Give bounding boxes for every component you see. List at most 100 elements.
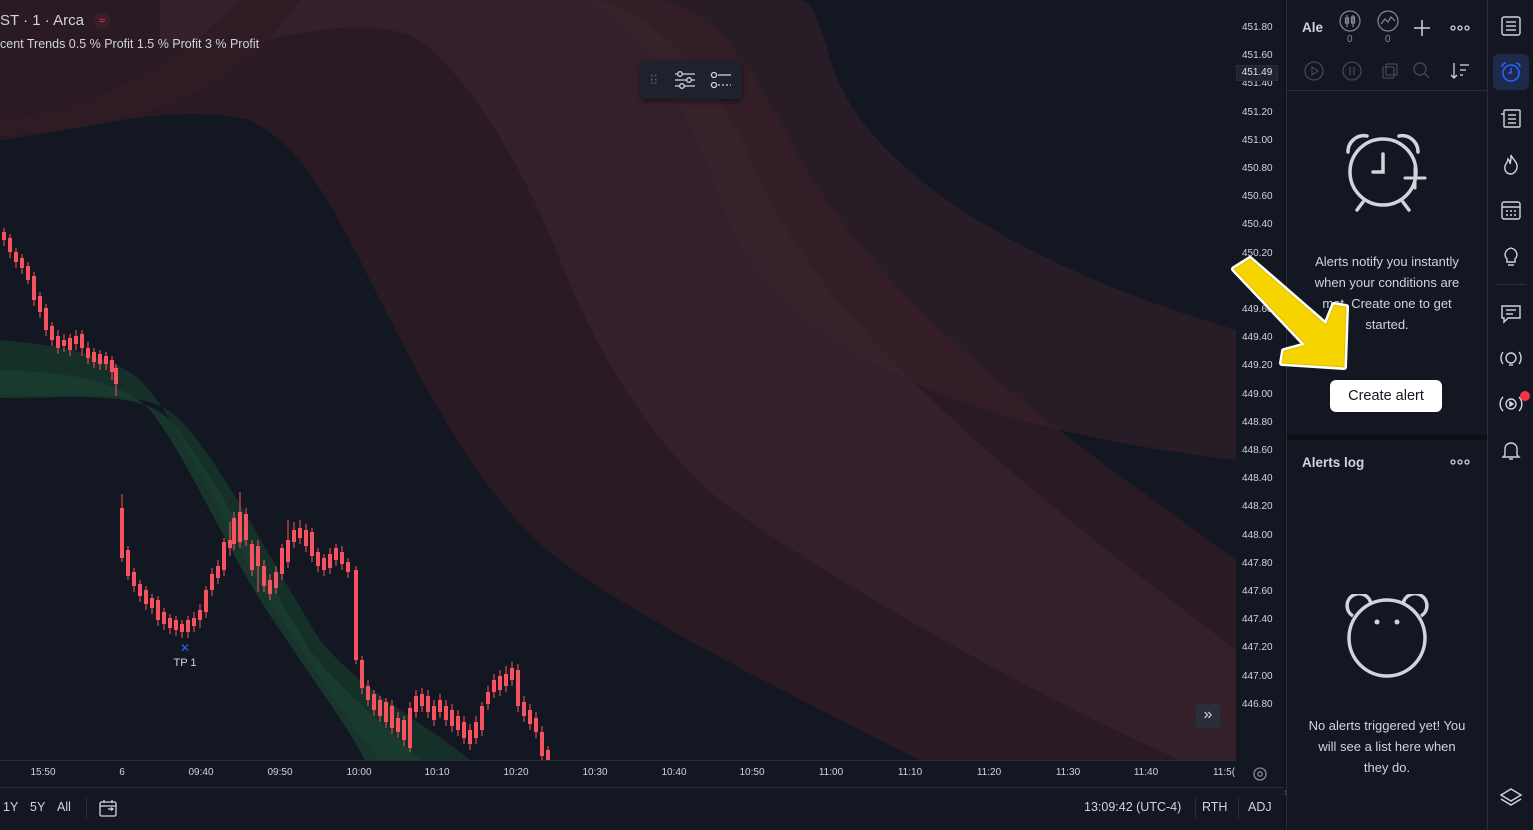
trade-marker-label: TP 1 — [173, 657, 196, 669]
price-tick-label: 446.80 — [1242, 698, 1273, 710]
notifications-button[interactable] — [1493, 432, 1529, 468]
range-5y-button[interactable]: 5Y — [30, 800, 45, 814]
bottom-divider — [1195, 797, 1196, 819]
notifications-bell-icon — [1501, 442, 1521, 460]
price-tick-label: 451.60 — [1242, 50, 1273, 62]
candle-body — [20, 258, 24, 268]
candle-body — [504, 674, 508, 686]
time-tick-label: 09:50 — [267, 767, 293, 778]
resume-alerts-play-icon[interactable] — [1303, 60, 1325, 82]
alerts-log-title: Alerts log — [1302, 455, 1365, 470]
candle-body — [468, 730, 472, 744]
clock-timezone[interactable]: 13:09:42 (UTC-4) — [1084, 800, 1181, 814]
candle-body — [280, 548, 284, 574]
candle-body — [316, 552, 320, 566]
time-tick-label: 15:50 — [30, 767, 56, 778]
time-tick-label: 10:40 — [661, 767, 687, 778]
alerts-log-empty-message: No alerts triggered yet! You will see a … — [1308, 718, 1466, 775]
candle-body — [162, 612, 166, 624]
candle-body — [2, 232, 6, 240]
candle-body — [456, 716, 460, 730]
candle-body — [546, 750, 550, 760]
drag-handle-icon[interactable]: ⠿ — [649, 73, 659, 89]
candle-body — [402, 720, 406, 740]
adjust-data-button[interactable]: ADJ — [1248, 800, 1272, 814]
candle-body — [56, 336, 60, 348]
ideas-button[interactable] — [1493, 238, 1529, 274]
add-alert-plus-icon[interactable] — [1411, 17, 1433, 39]
chats-button[interactable] — [1493, 296, 1529, 332]
chart-settings-gear-icon[interactable] — [1251, 765, 1269, 783]
scroll-to-realtime-button[interactable]: » — [1196, 704, 1220, 728]
candle-body — [8, 238, 12, 252]
time-tick-label: 11:5( — [1212, 767, 1236, 778]
time-axis[interactable]: 15:50 6 09:40 09:50 10:00 10:10 10:20 10:30 10:4… — [0, 760, 1236, 787]
candle-body — [366, 686, 370, 700]
candle-body — [14, 252, 18, 262]
range-1y-button[interactable]: 1Y — [3, 800, 18, 814]
candle-body — [92, 352, 96, 362]
price-axis[interactable]: 451.80 451.60 451.40 451.20 451.00 450.80 450.… — [1236, 0, 1284, 760]
goto-date-calendar-icon[interactable] — [97, 797, 119, 824]
candle-body — [256, 546, 260, 566]
layers-button[interactable] — [1493, 780, 1529, 816]
alarm-clock-plus-icon — [1343, 130, 1433, 221]
clone-alerts-icon[interactable] — [1379, 60, 1401, 82]
alerts-button[interactable] — [1493, 54, 1529, 90]
candle-body — [150, 598, 154, 608]
price-tick-label: 447.00 — [1242, 670, 1273, 682]
symbol-badge-icon: ≈ — [93, 13, 110, 30]
indicator-legend[interactable]: cent Trends 0.5 % Profit 1.5 % Profit 3 … — [0, 37, 259, 51]
time-tick-label: 11:40 — [1133, 767, 1159, 778]
ideas-stream-button[interactable] — [1493, 341, 1529, 377]
hotlist-icon — [1501, 109, 1521, 128]
candle-body — [498, 676, 502, 690]
panel-section-divider — [1287, 435, 1487, 440]
time-tick-label: 10:10 — [424, 767, 450, 778]
session-button[interactable]: RTH — [1202, 800, 1227, 814]
time-tick-label: 10:20 — [503, 767, 529, 778]
calendar-button[interactable] — [1493, 192, 1529, 228]
candle-body — [334, 548, 338, 560]
symbol-title[interactable]: ST · 1 · Arca ≈ — [0, 12, 110, 30]
bottom-divider — [86, 797, 87, 819]
candle-body — [420, 694, 424, 706]
watchlist-button[interactable] — [1493, 8, 1529, 44]
hotlist-button[interactable] — [1493, 100, 1529, 136]
chart-canvas[interactable]: ✕ TP 1 — [0, 0, 1236, 760]
alerts-panel: Ale 0 0 Alerts notify you instantly when… — [1286, 0, 1487, 830]
candle-body — [522, 702, 526, 716]
more-options-icon[interactable] — [1449, 17, 1471, 39]
price-tick-label: 450.60 — [1242, 191, 1273, 203]
candle-body — [408, 708, 412, 748]
create-alert-button[interactable]: Create alert — [1330, 380, 1442, 412]
object-settings-icon[interactable] — [671, 67, 699, 93]
alerts-log-more-icon[interactable] — [1449, 451, 1471, 473]
symbol-title-text[interactable]: ST · 1 · Arca — [0, 12, 84, 29]
candle-body — [432, 706, 436, 720]
candle-body — [168, 618, 172, 628]
candle-body — [26, 266, 30, 280]
floating-drawing-toolbar[interactable]: ⠿ — [641, 61, 742, 99]
candle-body — [286, 540, 290, 562]
candle-body — [372, 694, 376, 710]
indicator-alerts-filter-icon[interactable] — [1377, 10, 1399, 32]
flame-button[interactable] — [1493, 146, 1529, 182]
candle-body — [426, 696, 430, 712]
bottom-toolbar: 1Y 5Y All 13:09:42 (UTC-4) RTH ADJ — [0, 787, 1284, 830]
chart-pane[interactable]: ✕ TP 1 ST · 1 · Arca ≈ cent Trends 0.5 % … — [0, 0, 1284, 830]
candle-body — [396, 718, 400, 732]
visual-order-icon[interactable] — [707, 67, 735, 93]
range-all-button[interactable]: All — [57, 800, 71, 814]
pause-alerts-icon[interactable] — [1341, 60, 1363, 82]
candle-body — [444, 706, 448, 720]
search-icon[interactable] — [1411, 60, 1433, 82]
price-tick-label: 448.40 — [1242, 473, 1273, 485]
live-stream-button[interactable] — [1493, 386, 1530, 422]
chat-icon — [1501, 305, 1521, 324]
candle-body — [210, 574, 214, 590]
price-alerts-filter-icon[interactable] — [1339, 10, 1361, 32]
candle-body — [126, 550, 130, 576]
time-tick-label: 11:00 — [818, 767, 844, 778]
sort-icon[interactable] — [1449, 60, 1471, 82]
